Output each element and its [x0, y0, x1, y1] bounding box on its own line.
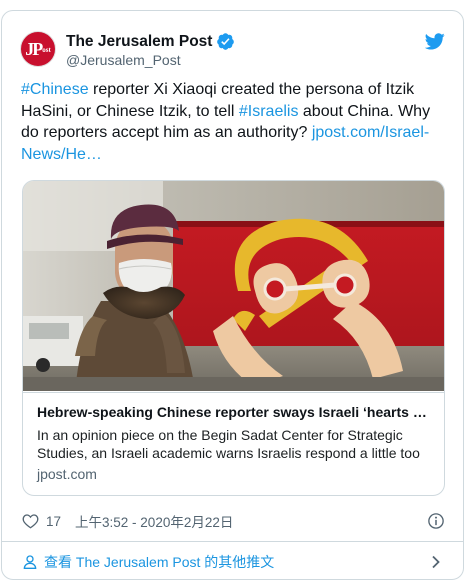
- avatar[interactable]: JP ost: [20, 31, 56, 67]
- handle[interactable]: @Jerusalem_Post: [66, 52, 181, 68]
- chevron-right-icon: [432, 555, 440, 569]
- hashtag-israelis[interactable]: #Israelis: [239, 103, 299, 120]
- person-icon: [23, 554, 37, 569]
- card-title[interactable]: Hebrew-speaking Chinese reporter sways I…: [37, 403, 432, 421]
- verified-badge-icon: [217, 33, 235, 50]
- card-domain: jpost.com: [37, 466, 97, 482]
- more-tweets-label: 查看 The Jerusalem Post 的其他推文: [44, 553, 275, 570]
- tweet-meta: 17 上午3:52 - 2020年2月22日: [22, 510, 445, 532]
- card-image: [23, 181, 444, 391]
- avatar-logo-text: JP: [25, 38, 43, 59]
- more-tweets-link[interactable]: 查看 The Jerusalem Post 的其他推文: [2, 541, 463, 579]
- card-description: In an opinion piece on the Begin Sadat C…: [37, 427, 420, 461]
- embedded-tweet: JP ost The Jerusalem Post @Jerusalem_Post…: [1, 10, 464, 580]
- name-row: The Jerusalem Post: [66, 32, 235, 51]
- like-count[interactable]: 17: [46, 514, 61, 529]
- display-name[interactable]: The Jerusalem Post: [66, 33, 212, 51]
- info-icon[interactable]: [427, 512, 445, 530]
- twitter-bird-icon[interactable]: [425, 33, 445, 50]
- tweet-header: JP ost The Jerusalem Post @Jerusalem_Post: [20, 31, 445, 71]
- link-card[interactable]: Hebrew-speaking Chinese reporter sways I…: [22, 180, 445, 496]
- timestamp[interactable]: 上午3:52 - 2020年2月22日: [75, 511, 233, 531]
- card-body: Hebrew-speaking Chinese reporter sways I…: [23, 392, 444, 495]
- heart-icon[interactable]: [22, 513, 39, 529]
- tweet-text: #Chinese reporter Xi Xiaoqi created the …: [21, 79, 441, 165]
- hashtag-chinese[interactable]: #Chinese: [21, 81, 89, 98]
